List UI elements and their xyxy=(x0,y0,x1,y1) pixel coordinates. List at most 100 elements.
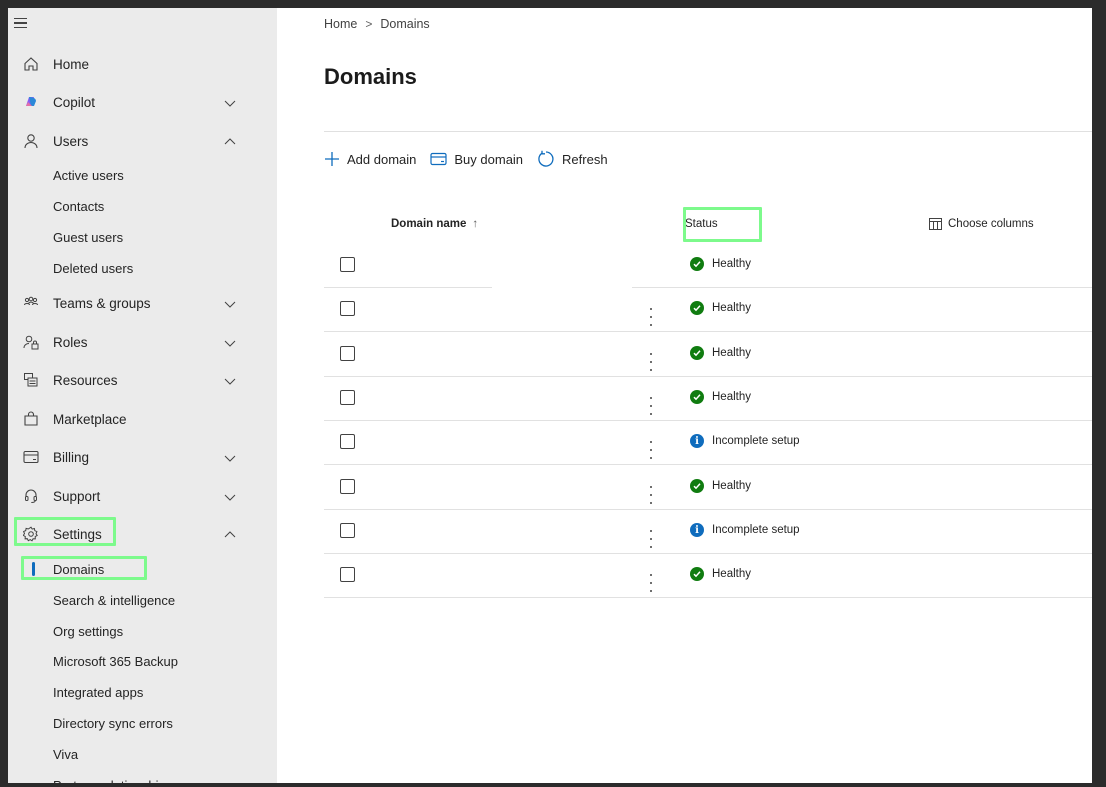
sidebar-subitem-guest-users[interactable]: Guest users xyxy=(8,222,277,252)
redacted-area xyxy=(492,238,632,290)
more-actions-icon[interactable] xyxy=(647,530,655,548)
sidebar-subitem-partner-relationships[interactable]: Partner relationships xyxy=(8,770,277,784)
domains-highlight-box xyxy=(21,556,147,580)
chevron-down-icon[interactable] xyxy=(224,96,236,108)
choose-columns-button[interactable]: Choose columns xyxy=(929,218,1034,230)
refresh-label: Refresh xyxy=(562,151,608,167)
breadcrumb: Home > Domains xyxy=(324,17,430,31)
table-row[interactable]: Healthy xyxy=(324,244,1092,288)
more-actions-icon[interactable] xyxy=(647,574,655,592)
sidebar-item-label: Billing xyxy=(53,449,90,465)
sidebar-item-billing[interactable]: Billing xyxy=(8,438,277,476)
more-actions-icon[interactable] xyxy=(647,353,655,371)
sidebar-subitem-deleted-users[interactable]: Deleted users xyxy=(8,253,277,283)
card-icon xyxy=(430,152,447,166)
choose-columns-label: Choose columns xyxy=(948,218,1034,230)
column-header-domain-name[interactable]: Domain name ↑ xyxy=(391,218,478,230)
sort-ascending-icon: ↑ xyxy=(472,218,479,230)
table-row[interactable]: Healthy xyxy=(324,333,1092,377)
checkmark-circle-icon xyxy=(690,567,704,581)
status-cell: Healthy xyxy=(690,346,751,360)
settings-highlight-box xyxy=(14,517,116,546)
chevron-down-icon[interactable] xyxy=(224,374,236,386)
more-actions-icon[interactable] xyxy=(647,397,655,415)
status-cell: i Incomplete setup xyxy=(690,523,800,537)
column-header-domain-label: Domain name xyxy=(391,218,467,230)
status-label: Incomplete setup xyxy=(712,435,800,447)
sidebar-item-resources[interactable]: Resources xyxy=(8,361,277,399)
sidebar-subitem-viva[interactable]: Viva xyxy=(8,739,277,769)
status-cell: Healthy xyxy=(690,257,751,271)
sidebar-subitem-active-users[interactable]: Active users xyxy=(8,160,277,190)
sidebar-item-users[interactable]: Users xyxy=(8,122,277,160)
row-checkbox[interactable] xyxy=(340,257,355,272)
left-navigation: Home Copilot Users Teams & groups Roles Resou… xyxy=(8,8,277,783)
sidebar-subitem-label: Org settings xyxy=(53,623,124,639)
sidebar-item-label: Teams & groups xyxy=(53,295,151,311)
sidebar-subitem-label: Microsoft 365 Backup xyxy=(53,653,179,669)
sidebar-item-teams-groups[interactable]: Teams & groups xyxy=(8,284,277,322)
more-actions-icon[interactable] xyxy=(647,308,655,326)
more-actions-icon[interactable] xyxy=(647,441,655,459)
more-actions-icon[interactable] xyxy=(647,486,655,504)
sidebar-subitem-org-settings[interactable]: Org settings xyxy=(8,616,277,646)
sidebar-subitem-microsoft-365-backup[interactable]: Microsoft 365 Backup xyxy=(8,646,277,676)
chevron-down-icon[interactable] xyxy=(224,336,236,348)
page-title: Domains xyxy=(324,64,417,89)
status-label: Healthy xyxy=(712,302,751,314)
table-row[interactable]: Healthy xyxy=(324,554,1092,598)
header-divider xyxy=(324,131,1092,132)
status-highlight-box xyxy=(683,207,762,242)
columns-icon xyxy=(929,218,942,230)
chevron-up-icon[interactable] xyxy=(224,528,236,540)
sidebar-subitem-label: Active users xyxy=(53,167,124,183)
sidebar-subitem-contacts[interactable]: Contacts xyxy=(8,191,277,221)
sidebar-subitem-integrated-apps[interactable]: Integrated apps xyxy=(8,677,277,707)
buy-domain-button[interactable]: Buy domain xyxy=(430,152,523,167)
sidebar-item-copilot[interactable]: Copilot xyxy=(8,83,277,121)
sidebar-item-home[interactable]: Home xyxy=(8,45,277,83)
status-cell: Healthy xyxy=(690,301,751,315)
add-domain-button[interactable]: Add domain xyxy=(324,151,416,167)
chevron-up-icon[interactable] xyxy=(224,135,236,147)
sidebar-item-label: Resources xyxy=(53,372,118,388)
table-row[interactable]: i Incomplete setup xyxy=(324,421,1092,465)
row-checkbox[interactable] xyxy=(340,301,355,316)
row-checkbox[interactable] xyxy=(340,434,355,449)
breadcrumb-current: Domains xyxy=(380,17,430,31)
hamburger-menu-icon[interactable] xyxy=(14,15,36,31)
status-cell: Healthy xyxy=(690,479,751,493)
chevron-down-icon[interactable] xyxy=(224,451,236,463)
row-checkbox[interactable] xyxy=(340,479,355,494)
table-row[interactable]: Healthy xyxy=(324,288,1092,332)
sidebar-item-roles[interactable]: Roles xyxy=(8,323,277,361)
status-cell: Healthy xyxy=(690,390,751,404)
sidebar-item-marketplace[interactable]: Marketplace xyxy=(8,400,277,438)
checkmark-circle-icon xyxy=(690,301,704,315)
sidebar-item-label: Home xyxy=(53,56,90,72)
sidebar-subitem-label: Directory sync errors xyxy=(53,715,173,731)
info-icon: i xyxy=(690,434,704,448)
refresh-icon xyxy=(538,150,554,167)
command-bar: Add domain Buy domain Refresh xyxy=(324,148,608,170)
row-checkbox[interactable] xyxy=(340,567,355,582)
refresh-button[interactable]: Refresh xyxy=(537,150,608,168)
sidebar-item-label: Roles xyxy=(53,334,88,350)
sidebar-item-label: Copilot xyxy=(53,94,96,110)
chevron-down-icon[interactable] xyxy=(224,297,236,309)
row-checkbox[interactable] xyxy=(340,390,355,405)
sidebar-subitem-search-intelligence[interactable]: Search & intelligence xyxy=(8,585,277,615)
row-checkbox[interactable] xyxy=(340,346,355,361)
table-row[interactable]: i Incomplete setup xyxy=(324,510,1092,554)
teams-icon xyxy=(22,294,40,312)
sidebar-subitem-directory-sync-errors[interactable]: Directory sync errors xyxy=(8,708,277,738)
status-label: Healthy xyxy=(712,568,751,580)
home-icon xyxy=(22,55,40,73)
table-row[interactable]: Healthy xyxy=(324,377,1092,421)
breadcrumb-home[interactable]: Home xyxy=(324,17,357,31)
chevron-down-icon[interactable] xyxy=(224,490,236,502)
sidebar-item-support[interactable]: Support xyxy=(8,477,277,515)
row-checkbox[interactable] xyxy=(340,523,355,538)
bag-icon xyxy=(22,410,40,428)
table-row[interactable]: Healthy xyxy=(324,466,1092,510)
